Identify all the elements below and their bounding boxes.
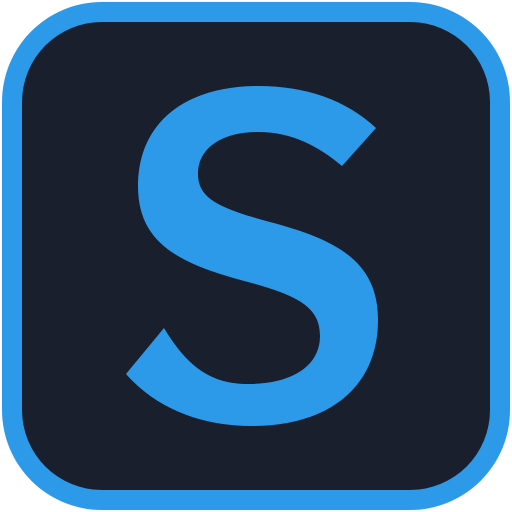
app-logo-icon [0, 0, 512, 512]
